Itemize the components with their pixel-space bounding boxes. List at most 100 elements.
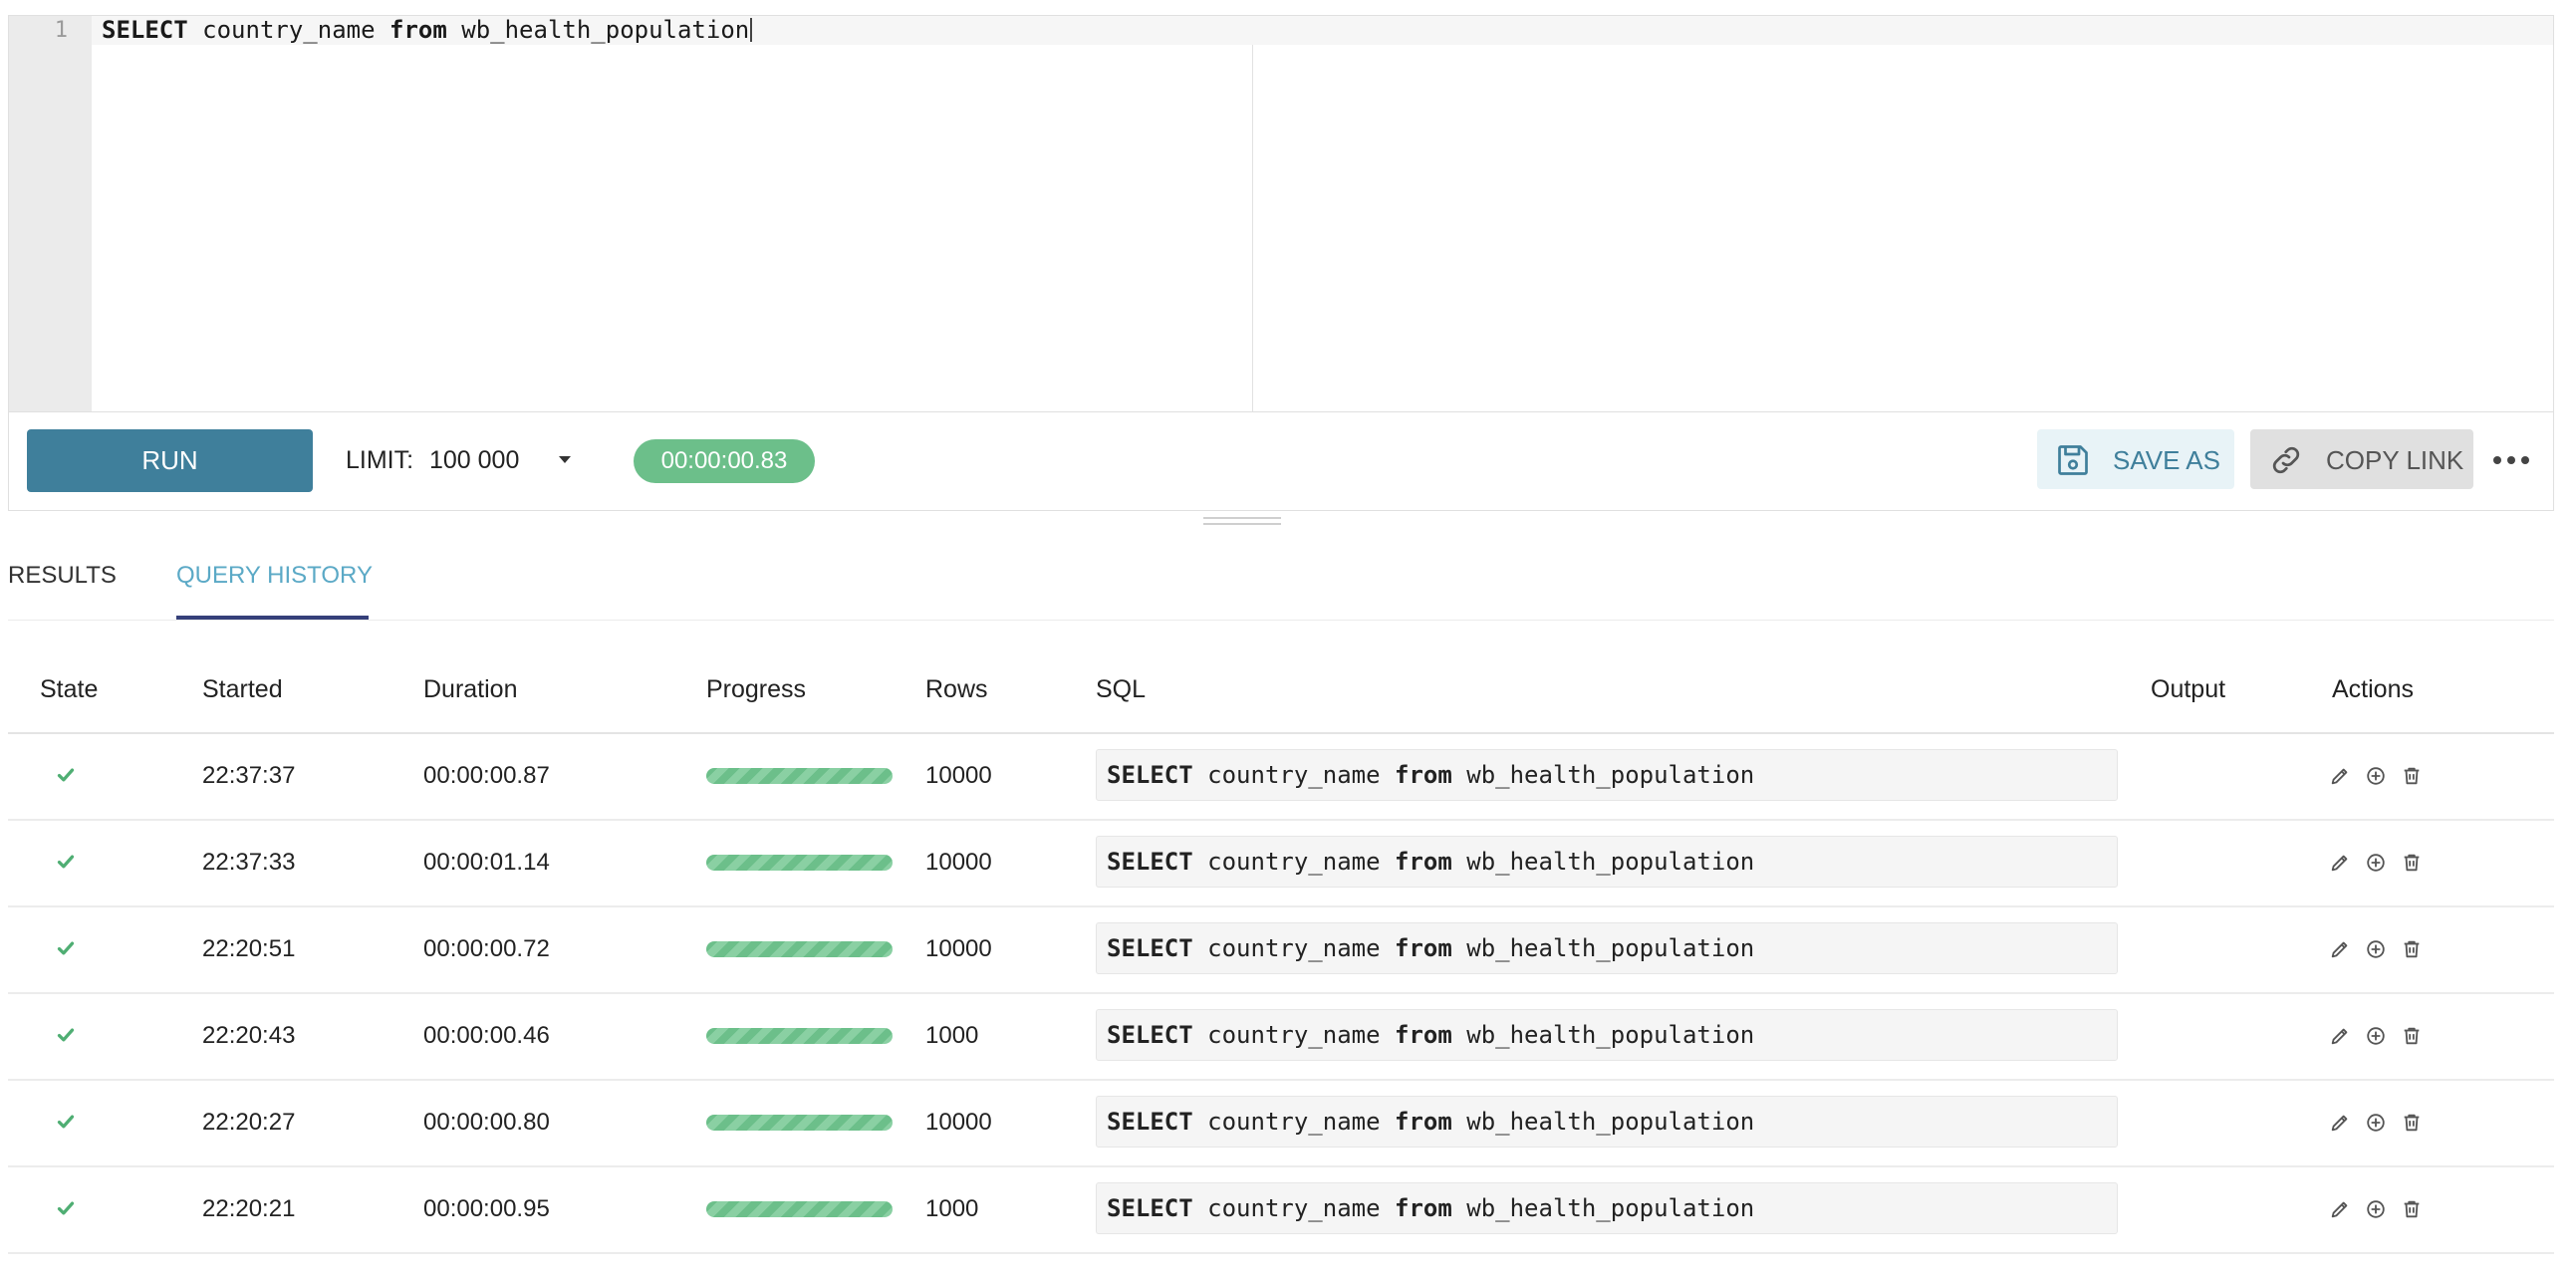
pencil-icon[interactable] xyxy=(2329,1025,2351,1047)
table-row: 22:20:51 00:00:00.72 10000 SELECT countr… xyxy=(8,905,2554,994)
sql-keyword: from xyxy=(389,16,447,44)
sql-text: wb_health_population xyxy=(1451,934,1755,962)
run-button[interactable]: RUN xyxy=(27,429,313,492)
column-header-output: Output xyxy=(2151,675,2226,703)
pencil-icon[interactable] xyxy=(2329,765,2351,787)
sql-keyword: from xyxy=(1395,761,1452,789)
column-header-sql: SQL xyxy=(1096,675,1147,703)
sql-keyword: SELECT xyxy=(1107,1021,1193,1049)
trash-icon[interactable] xyxy=(2401,1112,2423,1134)
limit-label: LIMIT: xyxy=(346,446,414,474)
sql-cell[interactable]: SELECT country_name from wb_health_popul… xyxy=(1096,1182,2118,1234)
resize-handle[interactable] xyxy=(1203,517,1281,527)
caret-down-icon[interactable] xyxy=(559,456,571,463)
sql-text: country_name xyxy=(1192,1021,1395,1049)
started-cell: 22:37:33 xyxy=(202,849,296,876)
started-cell: 22:20:21 xyxy=(202,1195,296,1222)
check-icon xyxy=(57,1028,75,1042)
plus-circle-icon[interactable] xyxy=(2365,1025,2387,1047)
sql-keyword: SELECT xyxy=(1107,1108,1193,1136)
table-header: State Started Duration Progress Rows SQL… xyxy=(8,657,2554,734)
sql-text: wb_health_population xyxy=(1451,848,1755,876)
tab-results[interactable]: RESULTS xyxy=(8,562,117,590)
pencil-icon[interactable] xyxy=(2329,1198,2351,1220)
rows-cell: 10000 xyxy=(925,762,992,789)
tab-bar: RESULTS QUERY HISTORY xyxy=(8,558,2554,621)
sql-cell[interactable]: SELECT country_name from wb_health_popul… xyxy=(1096,749,2118,801)
save-as-label: SAVE AS xyxy=(2113,445,2220,475)
progress-bar xyxy=(706,1028,893,1044)
rows-cell: 1000 xyxy=(925,1022,979,1049)
started-cell: 22:20:27 xyxy=(202,1109,296,1136)
copy-link-button[interactable]: COPY LINK xyxy=(2250,429,2473,489)
table-row: 22:37:33 00:00:01.14 10000 SELECT countr… xyxy=(8,819,2554,907)
check-icon xyxy=(57,1201,75,1215)
pencil-icon[interactable] xyxy=(2329,938,2351,960)
trash-icon[interactable] xyxy=(2401,852,2423,874)
started-cell: 22:37:37 xyxy=(202,762,296,789)
limit-select[interactable]: 100 000 xyxy=(429,446,519,475)
plus-circle-icon[interactable] xyxy=(2365,938,2387,960)
trash-icon[interactable] xyxy=(2401,1025,2423,1047)
pencil-icon[interactable] xyxy=(2329,852,2351,874)
check-icon xyxy=(57,855,75,869)
code-line[interactable]: SELECT country_name from wb_health_popul… xyxy=(102,16,753,45)
duration-cell: 00:00:00.87 xyxy=(423,762,550,789)
sql-keyword: from xyxy=(1395,1194,1452,1222)
save-as-button[interactable]: SAVE AS xyxy=(2037,429,2234,489)
plus-circle-icon[interactable] xyxy=(2365,852,2387,874)
rows-cell: 10000 xyxy=(925,1109,992,1136)
query-toolbar: RUN LIMIT: 100 000 00:00:00.83 SAVE AS C… xyxy=(8,412,2554,511)
sql-keyword: from xyxy=(1395,1108,1452,1136)
active-tab-indicator xyxy=(176,616,369,620)
sql-cell[interactable]: SELECT country_name from wb_health_popul… xyxy=(1096,1096,2118,1148)
started-cell: 22:20:51 xyxy=(202,935,296,962)
sql-text: country_name xyxy=(1192,761,1395,789)
line-number: 1 xyxy=(54,18,68,43)
sql-text: wb_health_population xyxy=(1451,761,1755,789)
sql-editor[interactable]: 1 SELECT country_name from wb_health_pop… xyxy=(8,15,2554,412)
copy-link-label: COPY LINK xyxy=(2326,445,2464,475)
started-cell: 22:20:43 xyxy=(202,1022,296,1049)
progress-bar xyxy=(706,768,893,784)
sql-keyword: from xyxy=(1395,1021,1452,1049)
sql-keyword: SELECT xyxy=(102,16,188,44)
sql-text: wb_health_population xyxy=(446,16,750,44)
sql-cell[interactable]: SELECT country_name from wb_health_popul… xyxy=(1096,922,2118,974)
rows-cell: 10000 xyxy=(925,935,992,962)
duration-cell: 00:00:01.14 xyxy=(423,849,550,876)
plus-circle-icon[interactable] xyxy=(2365,765,2387,787)
duration-cell: 00:00:00.95 xyxy=(423,1195,550,1222)
column-header-state: State xyxy=(40,675,99,703)
check-icon xyxy=(57,768,75,782)
table-row: 22:20:43 00:00:00.46 1000 SELECT country… xyxy=(8,992,2554,1081)
sql-text: country_name xyxy=(1192,848,1395,876)
table-row: 22:20:21 00:00:00.95 1000 SELECT country… xyxy=(8,1165,2554,1254)
print-margin xyxy=(1252,45,1253,411)
column-header-actions: Actions xyxy=(2332,675,2414,703)
trash-icon[interactable] xyxy=(2401,938,2423,960)
sql-keyword: SELECT xyxy=(1107,1194,1193,1222)
duration-cell: 00:00:00.80 xyxy=(423,1109,550,1136)
column-header-rows: Rows xyxy=(925,675,988,703)
plus-circle-icon[interactable] xyxy=(2365,1198,2387,1220)
check-icon xyxy=(57,941,75,955)
plus-circle-icon[interactable] xyxy=(2365,1112,2387,1134)
sql-keyword: from xyxy=(1395,848,1452,876)
tab-query-history[interactable]: QUERY HISTORY xyxy=(176,562,373,590)
sql-keyword: from xyxy=(1395,934,1452,962)
trash-icon[interactable] xyxy=(2401,765,2423,787)
text-cursor xyxy=(750,18,753,42)
progress-bar xyxy=(706,855,893,871)
trash-icon[interactable] xyxy=(2401,1198,2423,1220)
sql-cell[interactable]: SELECT country_name from wb_health_popul… xyxy=(1096,1009,2118,1061)
sql-text: country_name xyxy=(1192,1108,1395,1136)
sql-cell[interactable]: SELECT country_name from wb_health_popul… xyxy=(1096,836,2118,888)
pencil-icon[interactable] xyxy=(2329,1112,2351,1134)
sql-text: country_name xyxy=(187,16,389,44)
sql-keyword: SELECT xyxy=(1107,848,1193,876)
column-header-progress: Progress xyxy=(706,675,807,703)
column-header-duration: Duration xyxy=(423,675,518,703)
ellipsis-icon[interactable] xyxy=(2491,440,2535,480)
progress-bar xyxy=(706,941,893,957)
